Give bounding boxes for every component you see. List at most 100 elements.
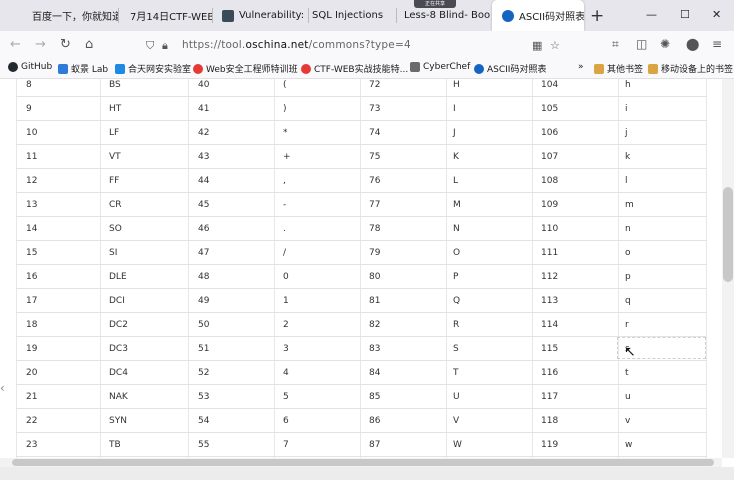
ascii-char-cell: 7 [283,440,289,450]
bookmark-ctf-web[interactable]: CTF-WEB实战技能特... [301,62,408,75]
tab-vulnerability[interactable]: Vulnerability: S [212,0,308,31]
crop-icon[interactable]: ⌗ [612,37,619,52]
ascii-code-cell: 107 [541,152,559,162]
chevron-left-icon[interactable]: ‹ [0,381,5,395]
ascii-code-cell: 49 [198,296,210,306]
ascii-char-cell: O [453,248,461,258]
forward-icon[interactable]: → [35,37,46,52]
close-window-button[interactable]: ✕ [712,8,721,21]
chevron-right-icon: » [578,62,584,72]
tab-title: 百度一下，你就知道 [32,12,118,23]
url-text[interactable]: https://tool.oschina.net/commons?type=4 [182,39,411,51]
ascii-char-cell: J [453,128,456,138]
maximize-button[interactable]: ☐ [680,8,690,21]
ascii-char-cell: DCI [109,296,125,306]
ascii-code-cell: 53 [198,392,210,402]
shield-icon[interactable]: ⛉ [146,39,154,53]
mobile-bookmarks-folder[interactable]: 移动设备上的书签 [648,62,733,75]
ascii-char-cell: SYN [109,416,127,426]
oschina-icon [502,9,514,22]
bookmark-ascii[interactable]: ASCII码对照表 [474,62,546,75]
minimize-button[interactable]: — [646,8,657,21]
ascii-code-cell: 118 [541,416,559,426]
horizontal-scrollbar[interactable] [0,458,722,467]
ascii-code-cell: 42 [198,128,210,138]
address-bar[interactable]: ⛉ 🔒︎ https://tool.oschina.net/commons?ty… [140,34,564,56]
qr-code-icon[interactable]: ▦ [532,39,542,52]
ascii-code-cell: 79 [369,248,381,258]
ascii-code-cell: 74 [369,128,381,138]
ascii-char-cell: - [283,200,287,210]
ascii-char-cell: l [625,176,628,186]
ascii-char-cell: m [625,200,634,210]
table-row: 8 BS 40 (72 H 104 h [16,79,706,97]
ascii-code-cell: 17 [26,296,38,306]
horizontal-scroll-thumb[interactable] [12,459,714,466]
ascii-char-cell: ) [283,104,287,114]
ascii-code-cell: 85 [369,392,381,402]
tab-baidu[interactable]: 百度一下，你就知道 [22,0,118,31]
url-prefix: https://tool. [182,39,246,51]
vertical-scrollbar[interactable] [722,79,734,458]
ascii-char-cell: M [453,200,461,210]
camera-icon[interactable]: ◫ [636,37,647,51]
vertical-scroll-thumb[interactable] [723,187,733,282]
bookmark-web-security[interactable]: Web安全工程师特训班 [193,62,298,75]
ascii-code-cell: 41 [198,104,210,114]
reload-icon[interactable]: ↻ [60,37,71,52]
bookmark-hetian[interactable]: 合天网安实验室 [115,62,191,75]
tab-sql-injections[interactable]: SQL Injections [302,0,396,31]
table-row: 19 DC3 51 3 83 S 115 s [16,337,706,361]
tab-ctf-web[interactable]: 7月14日CTF-WEB培 [120,0,212,31]
url-path: /commons?type=4 [308,39,411,51]
home-icon[interactable]: ⌂ [85,37,93,52]
new-tab-button[interactable]: + [590,6,604,26]
ascii-code-cell: 40 [198,80,210,90]
ascii-code-cell: 104 [541,80,559,90]
bookmark-label: 蚁景 Lab [71,65,109,75]
bookmark-star-icon[interactable]: ☆ [550,39,560,52]
menu-icon[interactable]: ≡ [712,37,722,51]
lock-icon[interactable]: 🔒︎ [162,39,168,53]
ascii-code-cell: 47 [198,248,210,258]
bookmark-label: CTF-WEB实战技能特... [314,65,409,75]
ascii-char-cell: H [453,80,460,90]
table-column-divider [706,79,707,458]
account-icon[interactable]: ⬤ [686,37,699,51]
ascii-code-cell: 77 [369,200,381,210]
ascii-char-cell: 2 [283,320,289,330]
ascii-code-cell: 48 [198,272,210,282]
ascii-char-cell: h [625,80,631,90]
ascii-code-cell: 87 [369,440,381,450]
ascii-char-cell: w [625,440,633,450]
other-bookmarks-folder[interactable]: 其他书签 [594,62,643,75]
ascii-code-cell: 73 [369,104,381,114]
table-row: 23 TB 55 7 87 W 119 w [16,433,706,457]
bookmark-github[interactable]: GitHub [8,62,52,72]
tab-less-8[interactable]: Less-8 Blind- Boole [394,0,490,31]
back-icon[interactable]: ← [10,37,21,52]
bookmark-label: 移动设备上的书签 [661,65,734,75]
ascii-code-cell: 23 [26,440,38,450]
github-icon [8,62,18,72]
table-row: 16 DLE 48 0 80 P 112 p [16,265,706,289]
ascii-code-cell: 11 [26,152,38,162]
table-row: 18 DC2 50 2 82 R 114 r [16,313,706,337]
table-row: 13 CR 45 - 77 M 109 m [16,193,706,217]
ascii-char-cell: DC2 [109,320,128,330]
tab-ascii[interactable]: ASCII码对照表 ✕ [492,0,584,31]
ascii-code-cell: 76 [369,176,381,186]
ascii-char-cell: v [625,416,631,426]
bookmark-cyberchef[interactable]: CyberChef [410,62,470,72]
bookmark-label: 合天网安实验室 [128,65,192,75]
bookmarks-overflow-button[interactable]: » [578,62,584,72]
ascii-code-cell: 18 [26,320,38,330]
ascii-code-cell: 110 [541,224,559,234]
folder-icon [648,63,658,74]
extension-icon[interactable]: ✺ [660,37,670,51]
bookmark-yijing-lab[interactable]: 蚁景 Lab [58,62,108,75]
ascii-code-cell: 43 [198,152,210,162]
ascii-char-cell: 1 [283,296,289,306]
ascii-char-cell: Q [453,296,461,306]
ascii-char-cell: t [625,368,629,378]
